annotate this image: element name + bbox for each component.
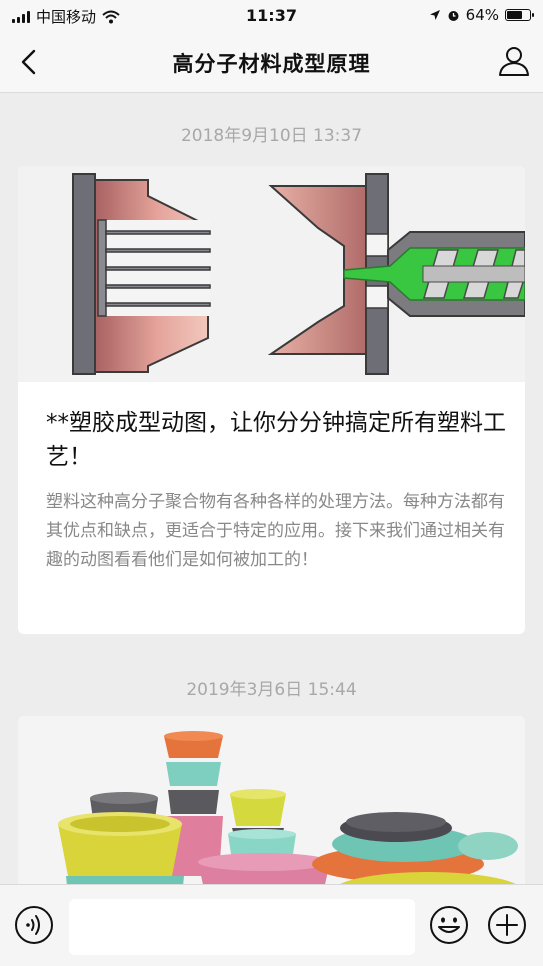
alarm-icon — [448, 10, 459, 21]
status-bar: 中国移动 11:37 64% — [0, 0, 543, 32]
input-bar — [0, 884, 543, 966]
message-timestamp: 2019年3月6日 15:44 — [186, 680, 357, 700]
user-icon[interactable] — [497, 44, 531, 78]
emoji-icon[interactable] — [429, 905, 469, 945]
battery-percent: 64% — [465, 6, 499, 24]
nav-bar: 高分子材料成型原理 — [0, 32, 543, 93]
message-input[interactable] — [69, 899, 415, 955]
article-card[interactable]: **塑胶成型动图，让你分分钟搞定所有塑料工艺！ 塑料这种高分子聚合物有各种各样的… — [18, 166, 525, 634]
message-timestamp: 2018年9月10日 13:37 — [180, 126, 363, 146]
location-icon — [429, 10, 440, 20]
article-description: 塑料这种高分子聚合物有各种各样的处理方法。每种方法都有其优点和缺点，更适合于特定… — [46, 492, 505, 570]
page-title: 高分子材料成型原理 — [172, 52, 371, 76]
voice-icon[interactable] — [14, 905, 54, 945]
battery-icon — [505, 9, 534, 21]
plus-icon[interactable] — [487, 905, 527, 945]
article-title: **塑胶成型动图，让你分分钟搞定所有塑料工艺！ — [46, 410, 506, 470]
status-right: 64% — [429, 6, 534, 24]
article-thumbnail — [18, 166, 525, 382]
